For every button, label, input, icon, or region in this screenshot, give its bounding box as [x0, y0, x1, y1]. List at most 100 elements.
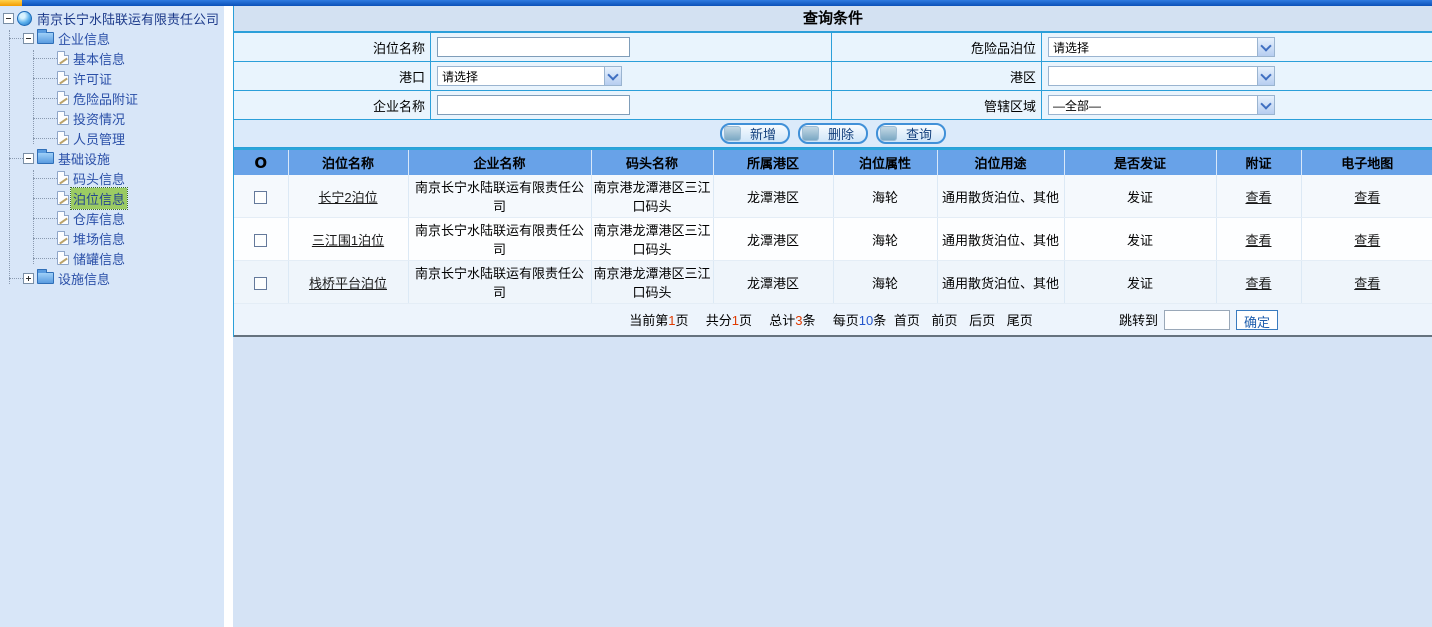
prev-page-link[interactable]: 前页	[932, 313, 958, 328]
confirm-jump-button[interactable]: 确定	[1236, 310, 1278, 330]
search-button[interactable]: 查询	[876, 123, 946, 144]
tree-stub	[33, 58, 57, 59]
table-row: 栈桥平台泊位 南京长宁水陆联运有限责任公司 南京港龙潭港区三江口码头 龙潭港区 …	[234, 261, 1432, 304]
collapse-expander-icon[interactable]	[3, 13, 14, 24]
tree-item-tank-info[interactable]: 储罐信息	[0, 248, 224, 268]
document-icon	[57, 231, 69, 245]
document-icon	[57, 251, 69, 265]
document-icon	[57, 171, 69, 185]
folder-icon	[37, 272, 54, 284]
attachment-view-link[interactable]: 查看	[1245, 276, 1271, 291]
row-checkbox[interactable]	[254, 277, 267, 290]
tree-stub	[33, 198, 57, 199]
delete-button[interactable]: 删除	[798, 123, 868, 144]
add-button[interactable]: 新增	[720, 123, 790, 144]
column-header-berth-name: 泊位名称	[288, 149, 408, 175]
tree-item-basic-info[interactable]: 基本信息	[0, 48, 224, 68]
table-header-row: O 泊位名称 企业名称 码头名称 所属港区 泊位属性 泊位用途 是否发证 附证 …	[234, 149, 1432, 175]
first-page-link[interactable]: 首页	[894, 313, 920, 328]
select-all-icon[interactable]: O	[254, 154, 267, 172]
navigation-tree: 南京长宁水陆联运有限责任公司 企业信息 基本信息 许可证 危险品附证 投资情况	[0, 6, 224, 288]
tree-stub	[33, 98, 57, 99]
berth-name-input[interactable]	[437, 37, 630, 57]
main-content: 查询条件 泊位名称 危险品泊位 请选择 港口 请选择	[233, 6, 1432, 627]
pagination-bar: 当前第1页 共分1页 总计3条 每页10条 首页 前页 后页 尾页 跳转到 确定	[234, 304, 1432, 337]
last-page-link[interactable]: 尾页	[1007, 313, 1033, 328]
port-select[interactable]: 请选择	[437, 66, 622, 86]
attachment-view-link[interactable]: 查看	[1245, 190, 1271, 205]
tree-root-label[interactable]: 南京长宁水陆联运有限责任公司	[35, 8, 221, 29]
column-header-port-area: 所属港区	[713, 149, 833, 175]
tree-group-infrastructure[interactable]: 基础设施	[0, 148, 224, 168]
berth-name-label: 泊位名称	[234, 33, 431, 62]
page-jump-controls: 跳转到 确定	[1119, 310, 1278, 330]
folder-icon	[37, 152, 54, 164]
folder-icon	[37, 32, 54, 44]
tree-group-facility-info[interactable]: 设施信息	[0, 268, 224, 288]
table-row: 三江围1泊位 南京长宁水陆联运有限责任公司 南京港龙潭港区三江口码头 龙潭港区 …	[234, 218, 1432, 261]
query-form: 泊位名称 危险品泊位 请选择 港口 请选择 港区	[234, 33, 1432, 120]
dangerous-berth-select[interactable]: 请选择	[1048, 37, 1275, 57]
action-toolbar: 新增 删除 查询	[234, 120, 1432, 148]
row-checkbox[interactable]	[254, 191, 267, 204]
jump-page-input[interactable]	[1164, 310, 1230, 330]
company-name-input[interactable]	[437, 95, 630, 115]
tree-item-wharf-info[interactable]: 码头信息	[0, 168, 224, 188]
port-area-label: 港区	[832, 62, 1042, 91]
tree-group-enterprise-info[interactable]: 企业信息	[0, 28, 224, 48]
row-checkbox[interactable]	[254, 234, 267, 247]
sidebar-divider	[224, 6, 233, 627]
tree-item-license[interactable]: 许可证	[0, 68, 224, 88]
column-header-emap: 电子地图	[1301, 149, 1432, 175]
document-icon	[57, 131, 69, 145]
tree-stub	[33, 118, 57, 119]
tree-stub	[9, 158, 23, 159]
tree-stub	[9, 38, 23, 39]
company-name-label: 企业名称	[234, 91, 431, 120]
expand-expander-icon[interactable]	[23, 273, 34, 284]
tree-item-yard-info[interactable]: 堆场信息	[0, 228, 224, 248]
page-size-number: 10	[859, 313, 873, 328]
total-pages-number: 1	[732, 313, 739, 328]
port-area-select[interactable]	[1048, 66, 1275, 86]
emap-view-link[interactable]: 查看	[1354, 233, 1380, 248]
tree-stub	[33, 138, 57, 139]
berth-link[interactable]: 长宁2泊位	[318, 190, 377, 205]
document-icon	[57, 211, 69, 225]
port-label: 港口	[234, 62, 431, 91]
collapse-expander-icon[interactable]	[23, 33, 34, 44]
document-icon	[57, 51, 69, 65]
tree-stub	[33, 238, 57, 239]
next-page-link[interactable]: 后页	[969, 313, 995, 328]
tree-stub	[33, 258, 57, 259]
tree-item-dangerous-goods-cert[interactable]: 危险品附证	[0, 88, 224, 108]
dropdown-arrow-icon[interactable]	[1257, 67, 1274, 85]
document-icon	[57, 191, 69, 205]
tree-root-company[interactable]: 南京长宁水陆联运有限责任公司	[0, 8, 224, 28]
berth-table: O 泊位名称 企业名称 码头名称 所属港区 泊位属性 泊位用途 是否发证 附证 …	[234, 148, 1432, 304]
dropdown-arrow-icon[interactable]	[1257, 96, 1274, 114]
emap-view-link[interactable]: 查看	[1354, 276, 1380, 291]
tree-item-personnel[interactable]: 人员管理	[0, 128, 224, 148]
tree-item-warehouse-info[interactable]: 仓库信息	[0, 208, 224, 228]
dropdown-arrow-icon[interactable]	[604, 67, 621, 85]
emap-view-link[interactable]: 查看	[1354, 190, 1380, 205]
collapse-expander-icon[interactable]	[23, 153, 34, 164]
berth-link[interactable]: 栈桥平台泊位	[309, 276, 387, 291]
berth-link[interactable]: 三江围1泊位	[312, 233, 384, 248]
tree-item-investment[interactable]: 投资情况	[0, 108, 224, 128]
table-row: 长宁2泊位 南京长宁水陆联运有限责任公司 南京港龙潭港区三江口码头 龙潭港区 海…	[234, 175, 1432, 218]
tree-stub	[9, 278, 23, 279]
tree-stub	[33, 218, 57, 219]
tree-item-berth-info[interactable]: 泊位信息	[0, 188, 224, 208]
dropdown-arrow-icon[interactable]	[1257, 38, 1274, 56]
document-icon	[57, 91, 69, 105]
attachment-view-link[interactable]: 查看	[1245, 233, 1271, 248]
column-header-attachment: 附证	[1216, 149, 1301, 175]
admin-region-select[interactable]: —全部—	[1048, 95, 1275, 115]
select-all-column-header[interactable]: O	[234, 149, 288, 175]
column-header-berth-usage: 泊位用途	[937, 149, 1064, 175]
tree-stub	[33, 78, 57, 79]
document-icon	[57, 71, 69, 85]
query-conditions-title: 查询条件	[234, 6, 1432, 33]
